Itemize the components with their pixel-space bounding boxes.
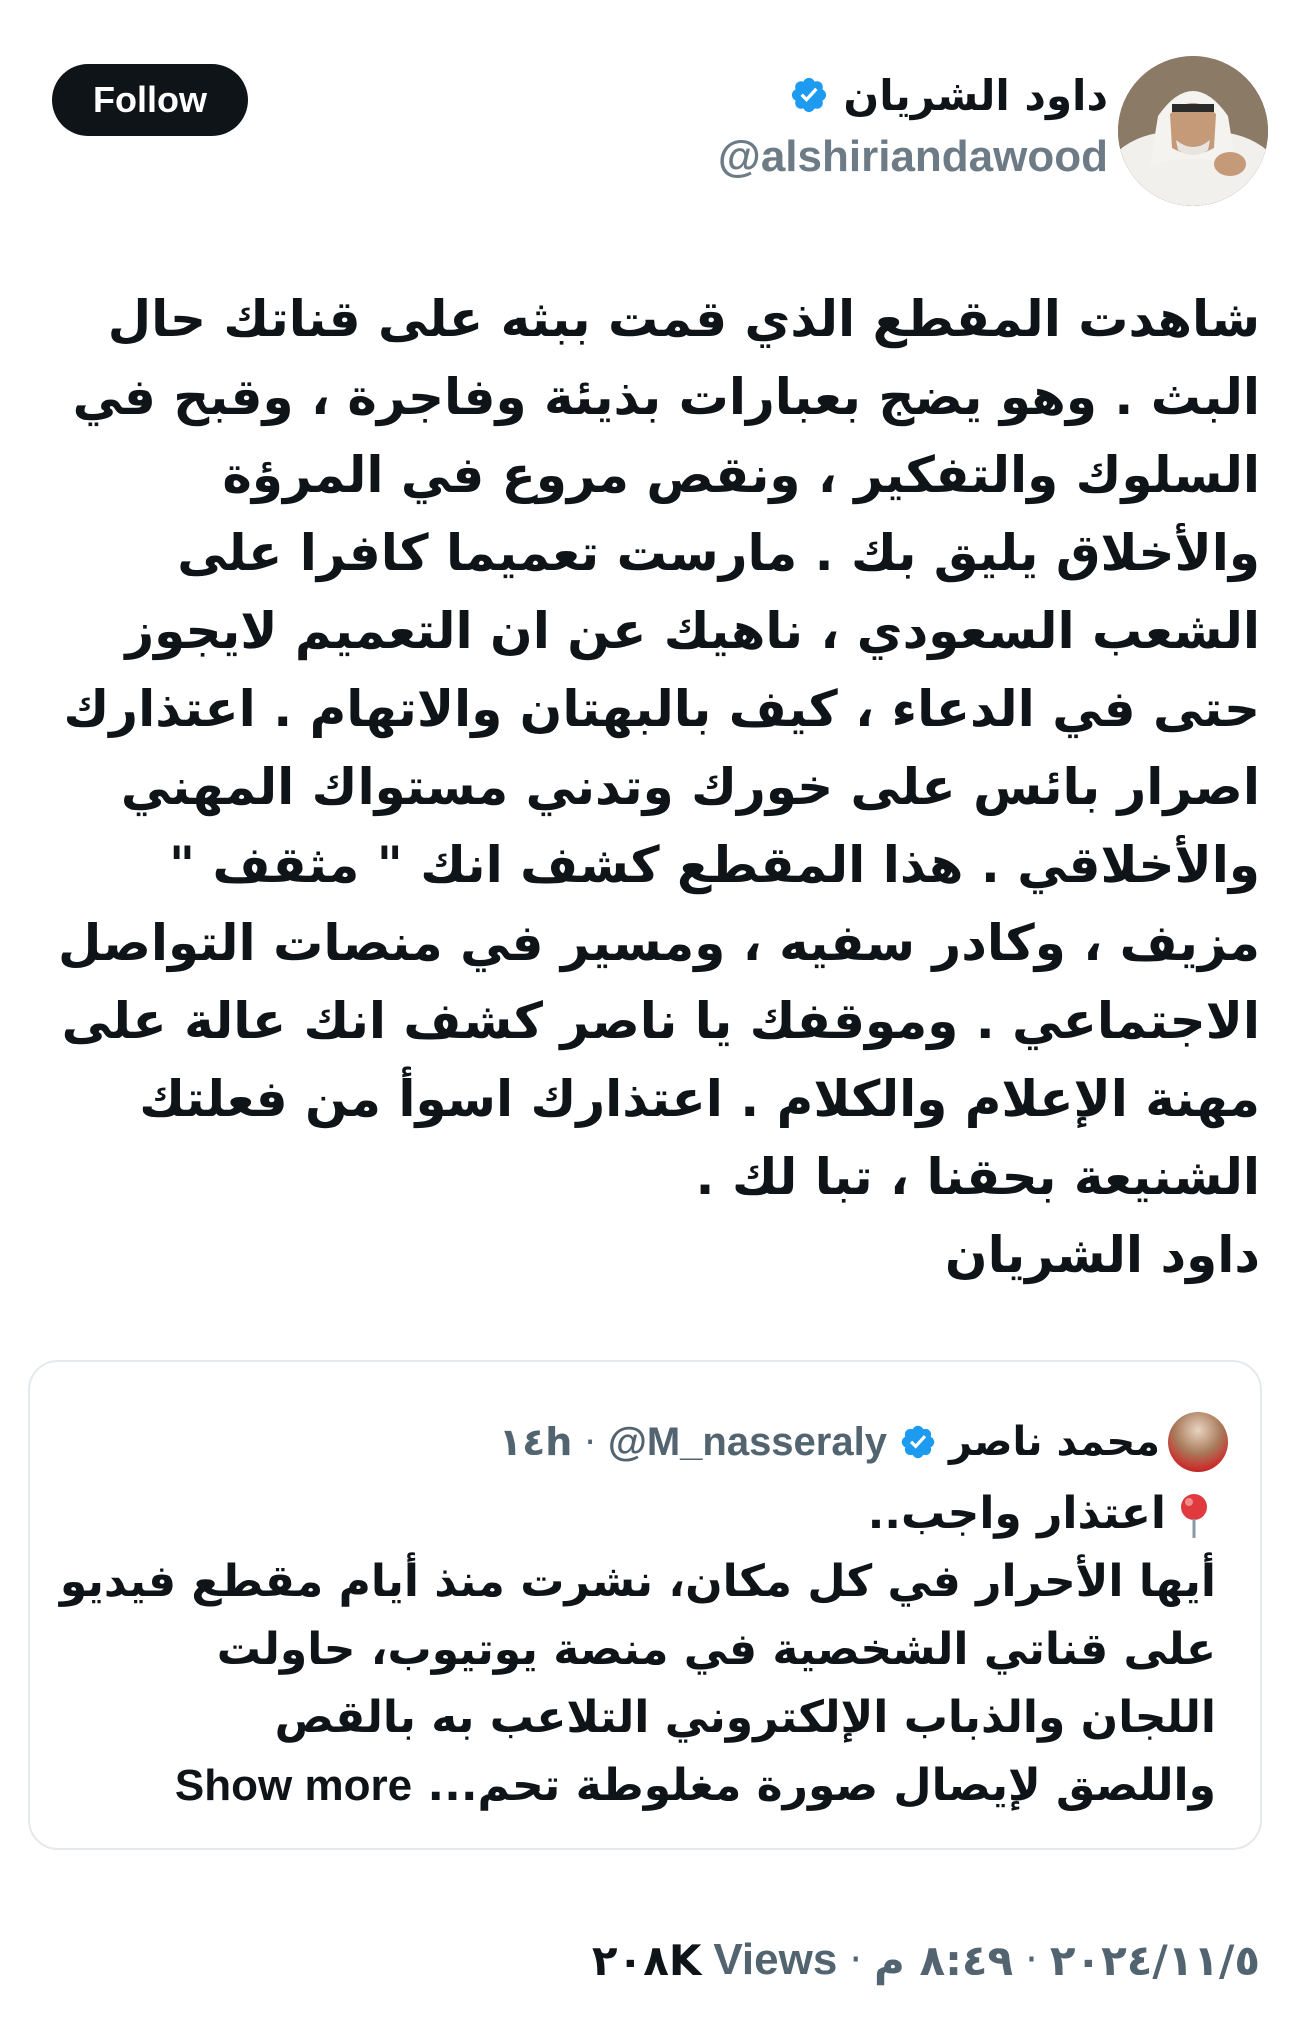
quoted-tweet-time[interactable]: ١٤h	[499, 1420, 572, 1464]
quoted-line-2: أيها الأحرار في كل مكان، نشرت منذ أيام م…	[59, 1556, 1216, 1607]
quoted-line-text: واللصق لإيصال صورة مغلوطة تحم...	[427, 1760, 1216, 1811]
views-label[interactable]: Views	[713, 1935, 837, 1985]
quoted-author-name[interactable]: محمد ناصر	[949, 1419, 1160, 1465]
quoted-tweet-header: محمد ناصر @M_nasseraly · ١٤h	[499, 1414, 1160, 1470]
quoted-line-4: اللجان والذباب الإلكتروني التلاعب به بال…	[274, 1692, 1216, 1743]
separator-dot: ·	[849, 1937, 863, 1983]
follow-button[interactable]: Follow	[52, 64, 248, 136]
quoted-tweet-text: اعتذار واجب.. أيها الأحرار في كل مكان، ن…	[59, 1480, 1216, 1820]
author-handle[interactable]: @alshiriandawood	[718, 132, 1108, 182]
quoted-author-avatar[interactable]	[1168, 1412, 1228, 1472]
verified-badge-icon	[792, 77, 827, 113]
separator-dot: ·	[1025, 1937, 1038, 1983]
quoted-line-text: اعتذار واجب..	[867, 1488, 1166, 1539]
separator-dot: ·	[584, 1421, 596, 1463]
tweet-time[interactable]: ٨:٤٩ م	[874, 1936, 1013, 1985]
author-name-row: داود الشريان	[718, 62, 1108, 128]
pushpin-icon	[1181, 1494, 1207, 1538]
quoted-tweet-card[interactable]: محمد ناصر @M_nasseraly · ١٤h اعتذار واجب…	[28, 1360, 1262, 1850]
quoted-line-5: واللصق لإيصال صورة مغلوطة تحم... Show mo…	[76, 1752, 1216, 1820]
author-name[interactable]: داود الشريان	[843, 71, 1108, 120]
quoted-author-handle[interactable]: @M_nasseraly	[608, 1420, 887, 1465]
show-more-link[interactable]: Show more	[175, 1761, 412, 1810]
quoted-line-3: على قناتي الشخصية في منصة يوتيوب، حاولت	[216, 1624, 1216, 1675]
quoted-line-1: اعتذار واجب..	[76, 1480, 1216, 1548]
verified-badge-icon	[901, 1425, 935, 1459]
avatar-image	[1118, 56, 1268, 206]
author-avatar[interactable]	[1118, 56, 1268, 206]
tweet-date[interactable]: ٢٠٢٤/١١/٥	[1050, 1936, 1260, 1985]
tweet-text: شاهدت المقطع الذي قمت ببثه على قناتك حال…	[57, 290, 1260, 1284]
author-info: داود الشريان @alshiriandawood	[718, 62, 1108, 182]
tweet-meta: ٢٠٢٤/١١/٥ · ٨:٤٩ م · Views ٢٠٨K	[592, 1930, 1260, 1990]
views-count[interactable]: ٢٠٨K	[592, 1936, 701, 1985]
